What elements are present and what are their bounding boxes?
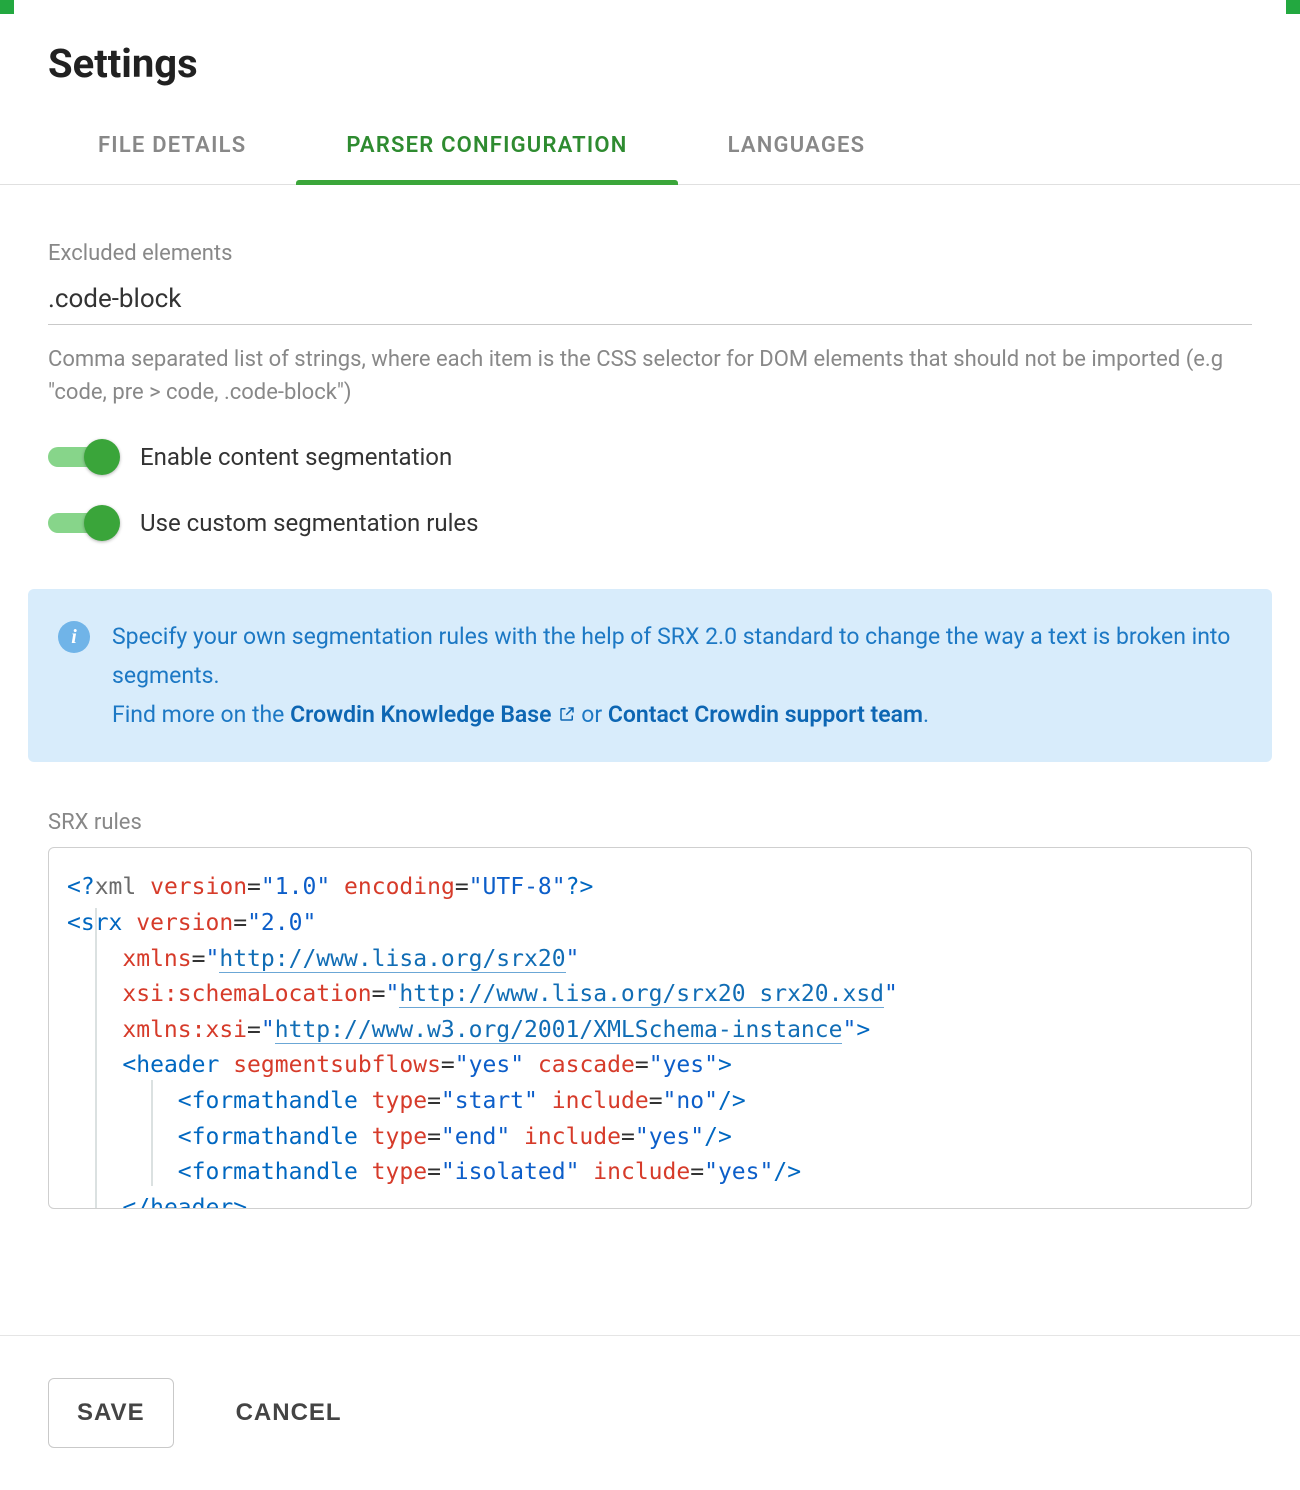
srx-rules-editor[interactable]: <?xml version="1.0" encoding="UTF-8"?> <… (48, 847, 1252, 1209)
modal-footer: SAVE CANCEL (0, 1335, 1300, 1490)
excluded-elements-helper: Comma separated list of strings, where e… (48, 343, 1228, 409)
toggle-custom-rules-row: Use custom segmentation rules (48, 505, 1252, 541)
info-line1: Specify your own segmentation rules with… (112, 623, 1230, 689)
toggle-enable-segmentation-row: Enable content segmentation (48, 439, 1252, 475)
external-link-icon (558, 696, 576, 714)
info-line2-prefix: Find more on the (112, 701, 290, 728)
link-knowledge-base[interactable]: Crowdin Knowledge Base (290, 701, 551, 728)
save-button[interactable]: SAVE (48, 1378, 174, 1448)
info-icon: i (58, 621, 90, 653)
page-title: Settings (48, 40, 1252, 87)
settings-modal: Settings FILE DETAILS PARSER CONFIGURATI… (0, 0, 1300, 1209)
cancel-button[interactable]: CANCEL (208, 1379, 370, 1447)
modal-header: Settings (0, 0, 1300, 107)
toggle-enable-segmentation[interactable] (48, 439, 120, 475)
info-banner: i Specify your own segmentation rules wi… (28, 589, 1272, 762)
link-contact-support[interactable]: Contact Crowdin support team (608, 701, 923, 728)
modal-content: Excluded elements Comma separated list o… (0, 185, 1300, 1209)
info-text: Specify your own segmentation rules with… (112, 617, 1242, 734)
excluded-elements-label: Excluded elements (48, 241, 1252, 266)
toggle-enable-segmentation-label: Enable content segmentation (140, 443, 452, 471)
excluded-elements-input[interactable] (48, 276, 1252, 325)
info-line2-suffix: . (923, 701, 929, 728)
srx-rules-label: SRX rules (48, 810, 1252, 835)
toggle-custom-rules-label: Use custom segmentation rules (140, 509, 479, 537)
toggle-custom-rules[interactable] (48, 505, 120, 541)
corner-mark (1286, 0, 1300, 14)
info-line2-mid: or (576, 701, 608, 728)
tabs: FILE DETAILS PARSER CONFIGURATION LANGUA… (0, 107, 1300, 185)
corner-mark (0, 0, 14, 14)
tab-file-details[interactable]: FILE DETAILS (48, 107, 296, 184)
tab-parser-configuration[interactable]: PARSER CONFIGURATION (296, 107, 677, 184)
tab-languages[interactable]: LANGUAGES (678, 107, 916, 184)
